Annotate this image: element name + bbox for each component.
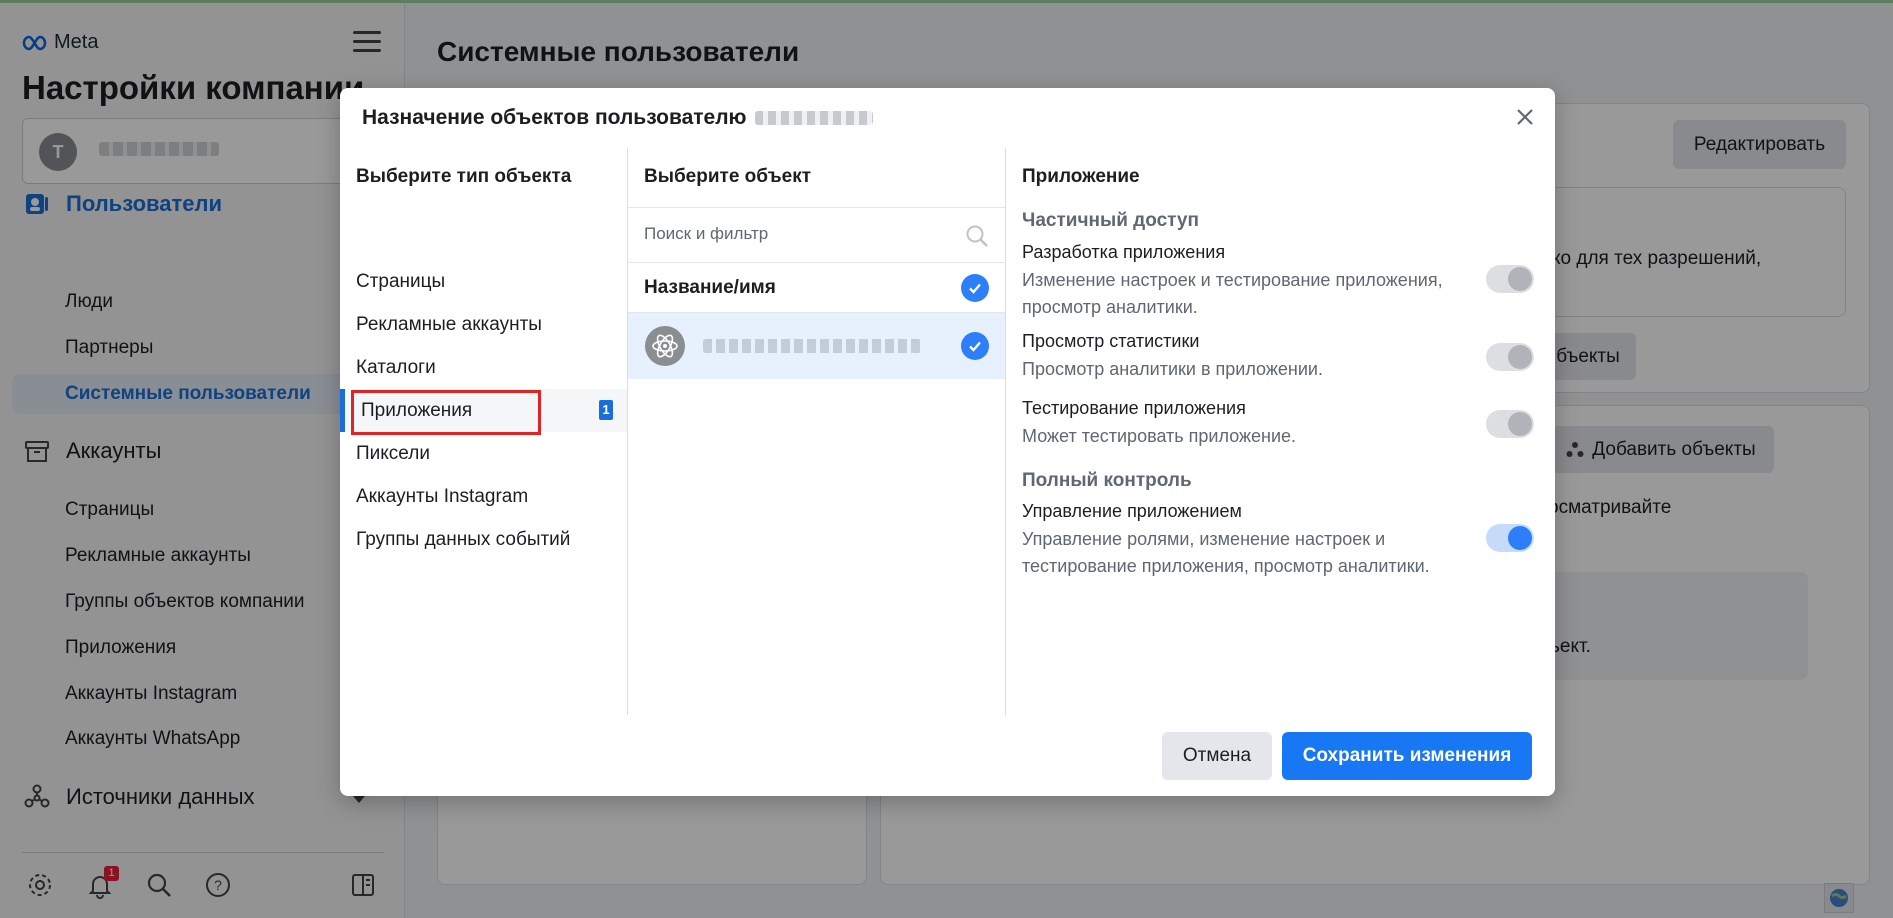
permissions-column: Приложение Частичный доступ Разработка п… <box>1006 148 1555 715</box>
selection-indicator <box>340 389 345 432</box>
permission-name: Разработка приложения <box>1022 242 1226 262</box>
permission-description: Изменение настроек и тестирование прилож… <box>1022 270 1443 317</box>
object-type-pages[interactable]: Страницы <box>340 260 627 303</box>
search-box <box>628 207 1005 263</box>
permission-name: Управление приложением <box>1022 501 1242 521</box>
permission-description: Просмотр аналитики в приложении. <box>1022 359 1323 379</box>
permission-description: Может тестировать приложение. <box>1022 426 1297 446</box>
permission-toggle-develop[interactable] <box>1486 265 1534 293</box>
full-control-label: Полный контроль <box>1022 470 1192 491</box>
object-type-header: Выберите тип объекта <box>356 166 572 187</box>
partial-access-label: Частичный доступ <box>1022 210 1199 231</box>
permission-toggle-view-stats[interactable] <box>1486 343 1534 371</box>
object-type-catalogs[interactable]: Каталоги <box>340 346 627 389</box>
list-item[interactable] <box>628 313 1005 379</box>
object-type-instagram[interactable]: Аккаунты Instagram <box>340 475 627 518</box>
search-icon[interactable] <box>964 223 990 249</box>
app-name-redacted <box>703 339 921 353</box>
cancel-button[interactable]: Отмена <box>1162 732 1272 780</box>
save-changes-button[interactable]: Сохранить изменения <box>1282 732 1532 780</box>
dialog-title-text: Назначение объектов пользователю <box>362 106 747 129</box>
object-type-pixels[interactable]: Пиксели <box>340 432 627 475</box>
select-all-checkbox[interactable] <box>961 274 989 302</box>
close-icon[interactable] <box>1512 104 1538 130</box>
object-type-apps-label: Приложения <box>361 400 473 421</box>
permission-name: Просмотр статистики <box>1022 331 1200 351</box>
object-type-ad-accounts[interactable]: Рекламные аккаунты <box>340 303 627 346</box>
object-header: Выберите объект <box>644 166 812 187</box>
checkmark-icon <box>969 283 981 294</box>
object-list-header: Название/имя <box>628 263 1005 313</box>
permission-description: Управление ролями, изменение настроек и … <box>1022 529 1430 576</box>
item-checkbox[interactable] <box>961 332 989 360</box>
dialog-title: Назначение объектов пользователю <box>362 106 873 130</box>
permission-name: Тестирование приложения <box>1022 398 1246 418</box>
atom-icon <box>645 326 685 366</box>
search-input[interactable] <box>644 224 944 244</box>
checkmark-icon <box>969 341 981 352</box>
object-type-list: Страницы Рекламные аккаунты Каталоги При… <box>340 260 627 561</box>
object-list-header-label: Название/имя <box>644 277 776 298</box>
permission-toggle-manage[interactable] <box>1486 524 1534 552</box>
user-name-redacted <box>754 111 873 125</box>
permissions-header: Приложение <box>1022 166 1140 187</box>
object-column: Выберите объект Название/имя <box>628 148 1006 715</box>
assign-objects-dialog: Назначение объектов пользователю Выберит… <box>340 88 1555 796</box>
object-type-apps[interactable]: Приложения 1 <box>340 389 627 435</box>
selected-count-badge: 1 <box>599 400 613 420</box>
object-type-event-datasets[interactable]: Группы данных событий <box>340 518 627 561</box>
permission-toggle-test[interactable] <box>1486 410 1534 438</box>
